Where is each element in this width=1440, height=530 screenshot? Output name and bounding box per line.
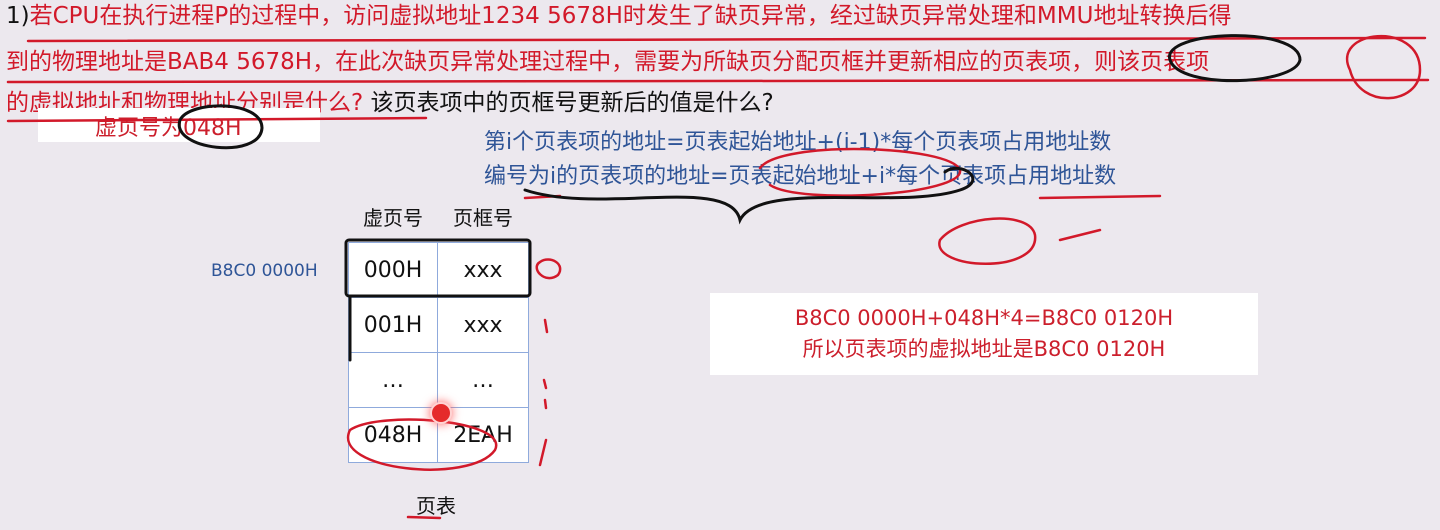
- vpn-cell: …: [348, 352, 438, 408]
- pfn-cell: …: [437, 352, 529, 408]
- vpn-cell: 000H: [348, 242, 438, 298]
- question-line-1-text: 若CPU在执行进程P的过程中，访问虚拟地址1234 5678H时发生了缺页异常，…: [29, 3, 1232, 29]
- question-line-2: 到的物理地址是BAB4 5678H，在此次缺页异常处理过程中，需要为所缺页分配页…: [6, 48, 1209, 76]
- question-number: 1): [6, 3, 30, 29]
- page-table-base-address: B8C0 0000H: [211, 261, 318, 281]
- column-header-pfn: 页框号: [453, 206, 513, 230]
- answer-box: B8C0 0000H+048H*4=B8C0 0120H 所以页表项的虚拟地址是…: [710, 293, 1258, 375]
- underline-red-formula: [1038, 194, 1162, 200]
- arrow-red-i: [1058, 228, 1102, 242]
- index-mark-1: [543, 318, 549, 334]
- circle-red-right: [1346, 35, 1422, 100]
- underline-red-1: [26, 36, 1427, 43]
- vpn-cell: 048H: [348, 407, 438, 463]
- question-line-1: 1)若CPU在执行进程P的过程中，访问虚拟地址1234 5678H时发生了缺页异…: [6, 2, 1231, 30]
- pointer-dot: [430, 402, 452, 424]
- index-mark-0: [535, 258, 562, 280]
- question-line-3-black-text: 该页表项中的页框号更新后的值是什么?: [363, 90, 774, 116]
- table-row: 000H xxx: [348, 242, 529, 298]
- pfn-cell: xxx: [437, 242, 529, 298]
- answer-line-2: 所以页表项的虚拟地址是B8C0 0120H: [802, 337, 1166, 361]
- page-table-caption: 页表: [416, 494, 456, 518]
- index-mark-i: [538, 438, 548, 467]
- table-row: … …: [348, 352, 529, 408]
- answer-line-1: B8C0 0000H+048H*4=B8C0 0120H: [794, 306, 1174, 330]
- vpn-note-text: 虚页号为048H: [95, 116, 242, 141]
- formula-1: 第i个页表项的地址=页表起始地址+(i-1)*每个页表项占用地址数: [484, 130, 1112, 155]
- column-header-vpn: 虚页号: [363, 206, 423, 230]
- page-table: 000H xxx 001H xxx … … 048H 2EAH: [348, 242, 529, 463]
- pfn-cell: xxx: [437, 297, 529, 353]
- table-row: 001H xxx: [348, 297, 529, 353]
- vpn-cell: 001H: [348, 297, 438, 353]
- underline-red-2: [6, 78, 1430, 84]
- formula-2: 编号为i的页表项的地址=页表起始地址+i*每个页表项占用地址数: [484, 164, 1117, 189]
- dash-red-head: [523, 194, 562, 200]
- circle-red-i: [938, 217, 1037, 265]
- index-mark-dots: [542, 378, 548, 410]
- question-line-2-text: 到的物理地址是BAB4 5678H，在此次缺页异常处理过程中，需要为所缺页分配页…: [6, 49, 1210, 75]
